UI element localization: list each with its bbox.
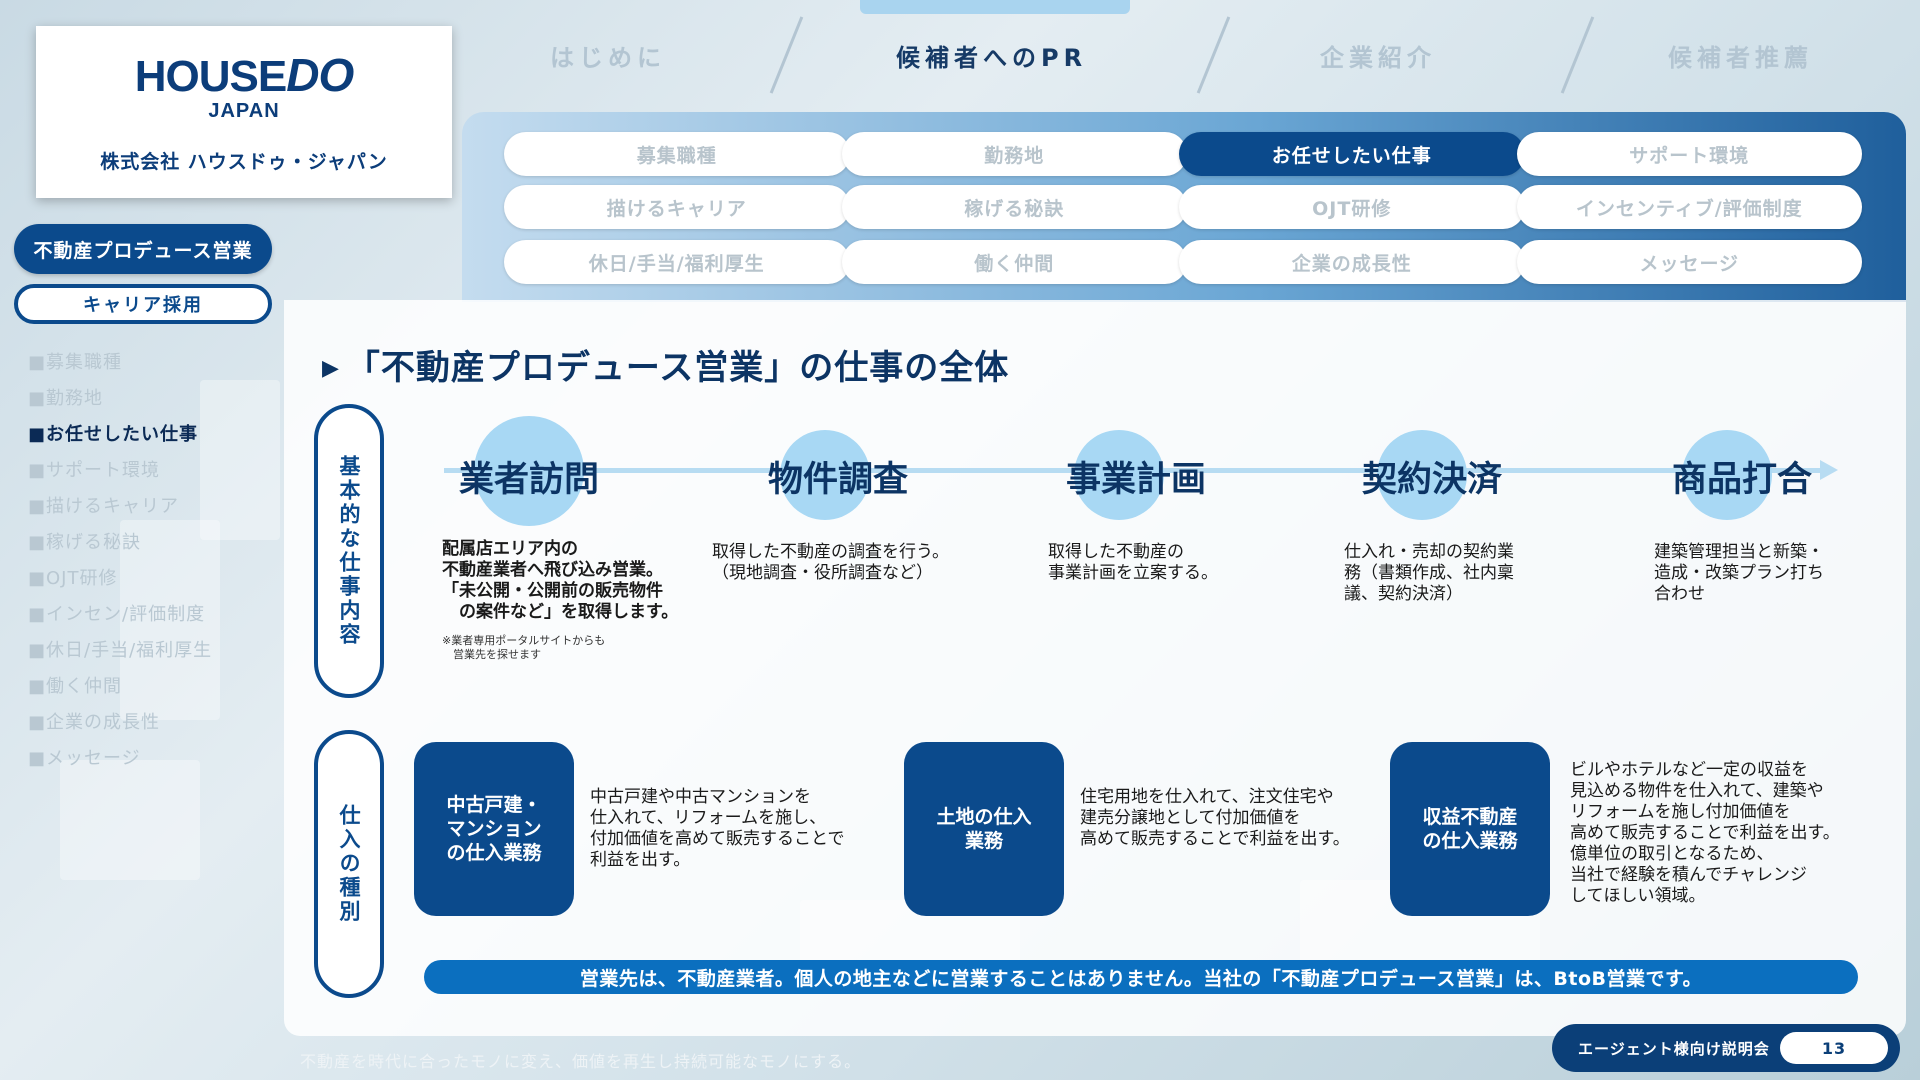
tab-item[interactable]: インセンティブ/評価制度 [1516, 185, 1862, 229]
page-number: 13 [1780, 1032, 1888, 1064]
tab-item[interactable]: 稼げる秘訣 [841, 185, 1187, 229]
top-nav-candidate-pr[interactable]: 候補者へのPR [896, 38, 1087, 73]
footer-badge: エージェント様向け説明会 13 [1552, 1024, 1900, 1072]
main-content: ▶ 「不動産プロデュース営業」の仕事の全体 基本的な仕事内容 仕入の種別 業者訪問… [284, 300, 1906, 1036]
sidebar-item[interactable]: ■勤務地 [28, 386, 212, 422]
type-used-house: 中古戸建・ マンション の仕入業務 [414, 742, 574, 916]
tab-item[interactable]: 描けるキャリア [504, 185, 850, 229]
type-desc-land: 住宅用地を仕入れて、注文住宅や 建売分譲地として付加価値を 高めて販売することで… [1080, 787, 1350, 849]
type-desc-income-property: ビルやホテルなど一定の収益を 見込める物件を仕入れて、建築や リフォームを施し付… [1570, 760, 1840, 906]
tab-row-1: 募集職種 勤務地 お任せしたい仕事 サポート環境 [504, 132, 1862, 176]
purchase-types-label: 仕入の種別 [314, 730, 384, 998]
step-desc-product: 建築管理担当と新築・ 造成・改築プラン打ち 合わせ [1654, 542, 1824, 604]
tab-item[interactable]: メッセージ [1516, 240, 1862, 284]
sidebar-item[interactable]: ■サポート環境 [28, 458, 212, 494]
top-nav-recommend[interactable]: 候補者推薦 [1668, 38, 1813, 73]
tab-item[interactable]: 勤務地 [841, 132, 1187, 176]
job-category-button[interactable]: 不動産プロデュース営業 [14, 224, 272, 274]
top-nav-separator [1196, 16, 1231, 94]
page-title-text: 「不動産プロデュース営業」の仕事の全体 [345, 348, 1010, 388]
company-name: 株式会社 ハウスドゥ・ジャパン [100, 151, 388, 173]
sidebar-nav: ■募集職種 ■勤務地 ■お任せしたい仕事 ■サポート環境 ■描けるキャリア ■稼げる秘訣 ■… [28, 350, 212, 782]
top-nav-active-indicator [860, 0, 1130, 14]
brand-logo-sub: JAPAN [208, 100, 280, 122]
sidebar-item[interactable]: ■募集職種 [28, 350, 212, 386]
footer-slogan: 不動産を時代に合ったモノに変え、価値を再生し持続可能なモノにする。 [300, 1052, 862, 1071]
tab-row-3: 休日/手当/福利厚生 働く仲間 企業の成長性 メッセージ [504, 240, 1862, 284]
step-desc-visit: 配属店エリア内の 不動産業者へ飛び込み営業。 「未公開・公開前の販売物件 の案件… [442, 539, 679, 622]
sidebar-item[interactable]: ■描けるキャリア [28, 494, 212, 530]
brand-logo: HOUSEDO [36, 48, 452, 102]
sidebar-item[interactable]: ■インセン/評価制度 [28, 602, 212, 638]
tab-item[interactable]: 企業の成長性 [1179, 240, 1525, 284]
type-desc-used-house: 中古戸建や中古マンションを 仕入れて、リフォームを施し、 付加価値を高めて販売す… [590, 787, 845, 870]
tab-item[interactable]: お任せしたい仕事 [1179, 132, 1525, 176]
timeline-arrow-icon [1820, 460, 1838, 480]
sidebar-item[interactable]: ■休日/手当/福利厚生 [28, 638, 212, 674]
top-nav-company[interactable]: 企業紹介 [1320, 38, 1436, 73]
sidebar-item[interactable]: ■企業の成長性 [28, 710, 212, 746]
company-logo-card: HOUSEDO JAPAN 株式会社 ハウスドゥ・ジャパン [36, 26, 452, 198]
step-note-visit: ※業者専用ポータルサイトからも 営業先を探せます [442, 634, 606, 661]
top-nav-introduction[interactable]: はじめに [550, 38, 666, 73]
step-title-visit: 業者訪問 [459, 460, 600, 500]
step-desc-contract: 仕入れ・売却の契約業 務（書類作成、社内稟 議、契約決済） [1344, 542, 1514, 604]
triangle-icon: ▶ [322, 356, 340, 381]
sidebar-item[interactable]: ■お任せしたい仕事 [28, 422, 212, 458]
tab-item[interactable]: 休日/手当/福利厚生 [504, 240, 850, 284]
sidebar-item[interactable]: ■メッセージ [28, 746, 212, 782]
sidebar-item[interactable]: ■働く仲間 [28, 674, 212, 710]
tab-item[interactable]: 働く仲間 [841, 240, 1187, 284]
btob-message-bar: 営業先は、不動産業者。個人の地主などに営業することはありません。当社の「不動産プ… [424, 960, 1858, 994]
top-nav-separator [769, 16, 804, 94]
page-title: ▶ 「不動産プロデュース営業」の仕事の全体 [322, 340, 1009, 389]
step-title-contract: 契約決済 [1362, 460, 1503, 500]
career-recruit-button[interactable]: キャリア採用 [14, 284, 272, 324]
tab-item[interactable]: OJT研修 [1179, 185, 1525, 229]
brand-logo-house: HOUSE [134, 52, 287, 101]
step-title-product: 商品打合 [1672, 460, 1813, 500]
type-income-property: 収益不動産 の仕入業務 [1390, 742, 1550, 916]
step-desc-survey: 取得した不動産の調査を行う。 （現地調査・役所調査など） [712, 542, 949, 583]
basic-work-label: 基本的な仕事内容 [314, 404, 384, 698]
top-nav-separator [1560, 16, 1595, 94]
type-land: 土地の仕入 業務 [904, 742, 1064, 916]
brand-logo-do: DO [286, 49, 354, 101]
sidebar-item[interactable]: ■OJT研修 [28, 566, 212, 602]
tab-row-2: 描けるキャリア 稼げる秘訣 OJT研修 インセンティブ/評価制度 [504, 185, 1862, 229]
footer-badge-label: エージェント様向け説明会 [1578, 1039, 1770, 1058]
step-title-survey: 物件調査 [768, 460, 909, 500]
tab-panel: 募集職種 勤務地 お任せしたい仕事 サポート環境 描けるキャリア 稼げる秘訣 OJT研修イ… [462, 112, 1906, 302]
step-title-plan: 事業計画 [1066, 460, 1207, 500]
tab-item[interactable]: サポート環境 [1516, 132, 1862, 176]
sidebar-item[interactable]: ■稼げる秘訣 [28, 530, 212, 566]
step-desc-plan: 取得した不動産の 事業計画を立案する。 [1048, 542, 1218, 583]
tab-item[interactable]: 募集職種 [504, 132, 850, 176]
